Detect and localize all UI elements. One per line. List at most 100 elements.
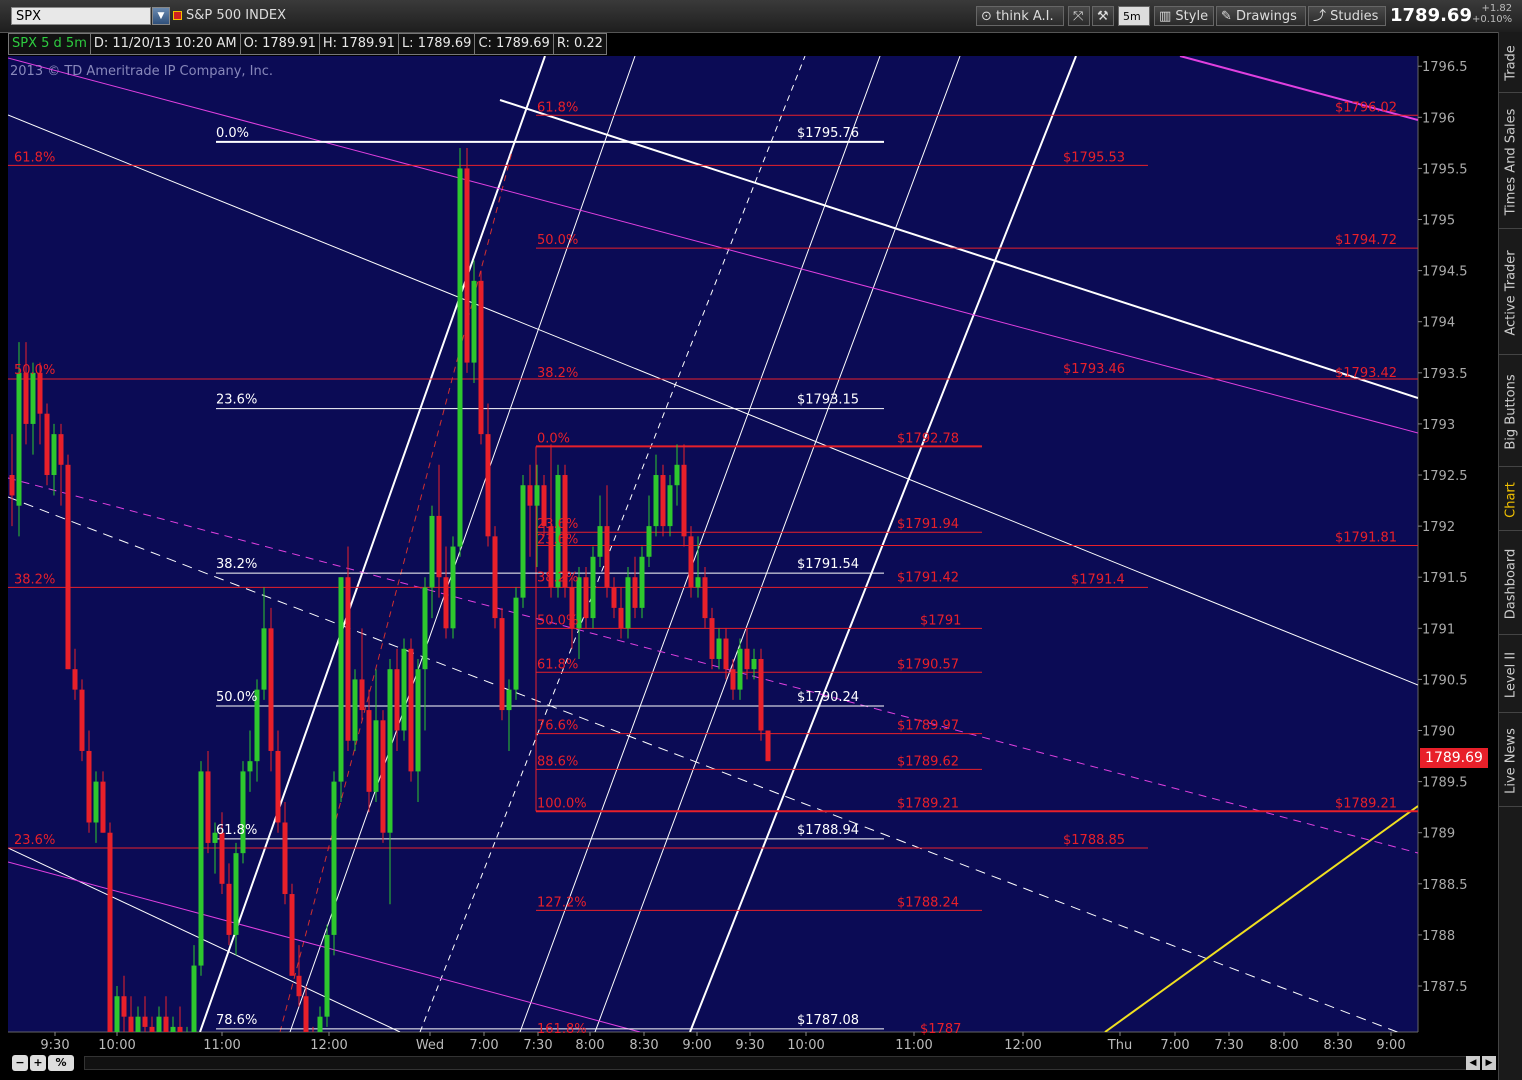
fib-label-red: $1793.46 bbox=[1063, 362, 1125, 377]
zoom-in-icon[interactable]: + bbox=[30, 1055, 46, 1071]
fib-label-red: 38.2% bbox=[537, 366, 578, 381]
side-tab-live-news[interactable]: Live News bbox=[1499, 716, 1522, 807]
candle-body bbox=[653, 475, 659, 527]
copyright-text: 2013 © TD Ameritrade IP Company, Inc. bbox=[10, 64, 273, 79]
fib-label-white: $1787.08 bbox=[797, 1013, 859, 1028]
side-tab-big-buttons[interactable]: Big Buttons bbox=[1499, 358, 1522, 467]
fib-label-red: 61.8% bbox=[14, 150, 55, 165]
side-tab-times-and-sales[interactable]: Times And Sales bbox=[1499, 96, 1522, 229]
fib-label-red: $1793.42 bbox=[1335, 366, 1397, 381]
candle-body bbox=[233, 853, 239, 935]
x-tick-label: 12:00 bbox=[310, 1038, 347, 1052]
candle-body bbox=[513, 597, 519, 690]
candle-body bbox=[331, 781, 337, 935]
x-tick-label: 9:00 bbox=[682, 1038, 711, 1052]
candle-body bbox=[303, 996, 309, 1032]
fib-label-white: 78.6% bbox=[216, 1013, 257, 1028]
fib-label-red: 23.6% bbox=[537, 533, 578, 548]
fib-label-white: 38.2% bbox=[216, 557, 257, 572]
candle-body bbox=[758, 658, 764, 731]
candle-body bbox=[387, 669, 393, 833]
candle-body bbox=[527, 485, 533, 506]
candle-body bbox=[492, 536, 498, 619]
candle-body bbox=[429, 515, 435, 588]
candle-body bbox=[716, 638, 722, 659]
fib-label-red: $1792.78 bbox=[897, 431, 959, 446]
fib-label-white: 61.8% bbox=[216, 823, 257, 838]
price-chart[interactable]: 2013 © TD Ameritrade IP Company, Inc. 179… bbox=[0, 0, 1498, 1052]
candle-body bbox=[9, 475, 15, 496]
candle-body bbox=[37, 372, 43, 414]
y-tick-label: 1787.5 bbox=[1422, 980, 1468, 995]
fib-label-red: 100.0% bbox=[537, 796, 587, 811]
y-tick-label: 1795.5 bbox=[1422, 162, 1468, 177]
x-tick-label: 9:30 bbox=[40, 1038, 69, 1052]
fib-label-red: $1789.21 bbox=[1335, 796, 1397, 811]
y-tick-label: 1796 bbox=[1422, 111, 1455, 126]
candle-body bbox=[289, 894, 295, 976]
candle-body bbox=[79, 689, 85, 751]
candle-body bbox=[464, 168, 470, 363]
candle-body bbox=[86, 750, 92, 823]
side-tab-dashboard[interactable]: Dashboard bbox=[1499, 534, 1522, 635]
fib-label-red: 61.8% bbox=[537, 100, 578, 115]
fib-label-white: $1791.54 bbox=[797, 557, 859, 572]
y-tick-label: 1791 bbox=[1422, 622, 1455, 637]
candle-body bbox=[660, 475, 666, 527]
candle-body bbox=[107, 832, 113, 1032]
candle-body bbox=[261, 628, 267, 690]
y-tick-label: 1793.5 bbox=[1422, 367, 1468, 382]
candle-body bbox=[695, 577, 701, 588]
candle-body bbox=[436, 515, 442, 578]
candle-body bbox=[667, 485, 673, 527]
side-panel: Trade Times And Sales Active Trader Big But… bbox=[1498, 32, 1522, 1080]
fib-label-red: $1789.62 bbox=[897, 754, 959, 769]
candle-body bbox=[457, 168, 463, 547]
candle-body bbox=[345, 577, 351, 741]
fib-label-red: $1789.21 bbox=[897, 796, 959, 811]
y-tick-label: 1789 bbox=[1422, 827, 1455, 842]
x-tick-label: 10:00 bbox=[98, 1038, 135, 1052]
candle-body bbox=[737, 648, 743, 690]
side-tab-trade[interactable]: Trade bbox=[1499, 34, 1522, 93]
scroll-left-icon[interactable]: ◀ bbox=[1466, 1056, 1480, 1070]
side-tab-chart[interactable]: Chart bbox=[1499, 470, 1522, 531]
fib-label-white: $1793.15 bbox=[797, 393, 859, 408]
y-tick-label: 1794 bbox=[1422, 316, 1455, 331]
zoom-out-icon[interactable]: − bbox=[12, 1055, 28, 1071]
x-tick-label: Thu bbox=[1107, 1038, 1132, 1052]
y-tick-label: 1791.5 bbox=[1422, 571, 1468, 586]
candle-body bbox=[723, 638, 729, 670]
candle-body bbox=[674, 464, 680, 486]
candle-body bbox=[583, 577, 589, 619]
scroll-right-icon[interactable]: ▶ bbox=[1482, 1056, 1496, 1070]
candle-body bbox=[247, 761, 253, 772]
fib-label-red: 88.6% bbox=[537, 754, 578, 769]
candle-body bbox=[751, 658, 757, 670]
candle-body bbox=[506, 689, 512, 711]
horizontal-scrollbar[interactable] bbox=[84, 1056, 1474, 1070]
fib-label-red: $1791.81 bbox=[1335, 531, 1397, 546]
fib-label-white: $1795.76 bbox=[797, 126, 859, 141]
x-tick-label: Wed bbox=[416, 1038, 444, 1052]
side-tab-level-ii[interactable]: Level II bbox=[1499, 638, 1522, 713]
percent-scale-icon[interactable]: % bbox=[48, 1055, 74, 1071]
y-tick-label: 1790 bbox=[1422, 725, 1455, 740]
x-tick-label: 9:00 bbox=[1376, 1038, 1405, 1052]
side-tab-active-trader[interactable]: Active Trader bbox=[1499, 232, 1522, 355]
fib-label-red: 23.6% bbox=[14, 833, 55, 848]
candle-body bbox=[688, 536, 694, 588]
candle-body bbox=[366, 710, 372, 792]
candle-body bbox=[373, 720, 379, 792]
candle-body bbox=[471, 280, 477, 363]
candle-body bbox=[44, 413, 50, 476]
candle-body bbox=[422, 587, 428, 670]
fib-label-red: 161.8% bbox=[537, 1022, 587, 1037]
fib-label-white: 50.0% bbox=[216, 690, 257, 705]
fib-label-red: 61.8% bbox=[537, 657, 578, 672]
fib-label-red: $1791.42 bbox=[897, 570, 959, 585]
last-price-tag: 1789.69 bbox=[1420, 748, 1488, 768]
candle-body bbox=[639, 556, 645, 608]
candle-body bbox=[296, 975, 302, 997]
fib-label-red: 50.0% bbox=[537, 233, 578, 248]
